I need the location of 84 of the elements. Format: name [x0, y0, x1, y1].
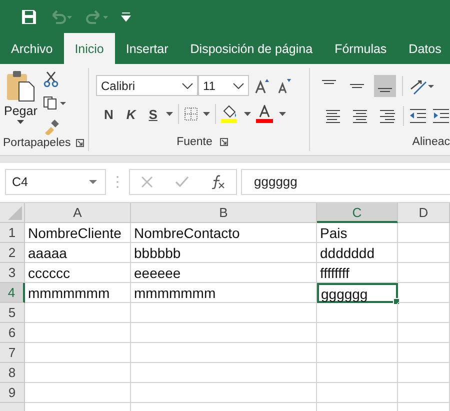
row-header[interactable]: 9: [0, 383, 25, 403]
table-cell: ddddddd: [317, 243, 398, 263]
shrink-font-icon[interactable]: [277, 78, 293, 94]
row-header: [0, 403, 25, 411]
table-cell: eeeeee: [131, 263, 317, 283]
check-icon[interactable]: [175, 176, 189, 188]
fill-color-icon[interactable]: [221, 105, 240, 123]
align-icon: [352, 108, 368, 124]
row-header[interactable]: 4: [0, 283, 25, 303]
table-cell: NombreCliente: [25, 223, 131, 243]
paste-button[interactable]: Pegar: [4, 68, 38, 135]
underline-button[interactable]: S: [144, 106, 162, 122]
customize-icon[interactable]: [121, 12, 131, 22]
table-cell: [398, 283, 450, 303]
column-header[interactable]: D: [398, 203, 450, 223]
column-header[interactable]: A: [25, 203, 131, 223]
group-label: Portapapeles: [3, 137, 71, 149]
row-header[interactable]: 5: [0, 303, 25, 323]
table-cell: [398, 383, 450, 403]
table-cell: [398, 343, 450, 363]
save-icon[interactable]: [21, 8, 37, 24]
launcher-icon[interactable]: [76, 139, 84, 147]
row-header[interactable]: 2: [0, 243, 25, 263]
row-header[interactable]: 6: [0, 323, 25, 343]
table-cell: [398, 243, 450, 263]
copy-icon[interactable]: [43, 96, 68, 110]
align-icon: [325, 108, 341, 124]
row-header[interactable]: 8: [0, 363, 25, 383]
align-icon: [378, 88, 392, 92]
table-cell: mmmmmmm: [25, 283, 131, 303]
format-painter-icon[interactable]: [43, 119, 60, 135]
caret-icon[interactable]: [203, 112, 210, 116]
row-header[interactable]: 1: [0, 223, 25, 243]
align-icon: [322, 80, 336, 84]
table-cell: gggggg: [317, 283, 398, 303]
table-cell: mmmmmmm: [131, 283, 317, 303]
table-cell: cccccc: [25, 263, 131, 283]
row-header[interactable]: 3: [0, 263, 25, 283]
column-header[interactable]: C: [317, 203, 398, 223]
ribbon-tab[interactable]: Archivo: [0, 33, 64, 64]
caret-icon[interactable]: [279, 112, 286, 116]
launcher-icon[interactable]: [220, 138, 228, 146]
table-cell: [398, 223, 450, 243]
vertical-align-button[interactable]: [374, 75, 396, 97]
ribbon-tab[interactable]: Insertar: [114, 33, 180, 64]
table-cell: ffffffff: [317, 263, 398, 283]
caret-icon[interactable]: [166, 112, 174, 116]
grip-icon: [116, 174, 119, 188]
ribbon-tab[interactable]: Datos: [398, 33, 450, 64]
table-cell: [398, 303, 450, 323]
formula-field[interactable]: gggggg: [241, 168, 450, 194]
italic-button[interactable]: K: [122, 106, 140, 122]
table-cell: [398, 363, 450, 383]
font-size-field[interactable]: 11: [198, 75, 249, 96]
function-icon[interactable]: [211, 174, 225, 188]
grow-font-icon[interactable]: [255, 78, 271, 94]
bold-button[interactable]: N: [100, 106, 118, 122]
group-label: Fuente: [176, 136, 212, 148]
caret-icon: [17, 120, 24, 124]
table-cell: Pais: [317, 223, 398, 243]
table-cell: NombreContacto: [131, 223, 317, 243]
clipboard-icon: [4, 70, 37, 102]
table-cell: [398, 323, 450, 343]
borders-icon[interactable]: [184, 107, 198, 121]
font-color-icon[interactable]: [256, 105, 274, 123]
table-cell: bbbbbb: [131, 243, 317, 263]
row-header[interactable]: 7: [0, 343, 25, 363]
align-icon: [379, 108, 395, 124]
scissors-icon[interactable]: [43, 71, 60, 87]
table-cell: [398, 263, 450, 283]
chevron-icon: [233, 82, 244, 88]
table-cell: aaaaa: [25, 243, 131, 263]
column-header[interactable]: B: [131, 203, 317, 223]
caret-icon[interactable]: [244, 112, 252, 116]
name-box[interactable]: C4: [5, 168, 106, 194]
ribbon-tab[interactable]: Disposición de página: [179, 33, 324, 64]
group-label: Alineac: [412, 136, 450, 148]
increase-indent-icon[interactable]: [432, 108, 450, 124]
decrease-indent-icon[interactable]: [409, 108, 427, 124]
ribbon-tab[interactable]: Fórmulas: [324, 33, 398, 64]
ribbon-tab[interactable]: Inicio: [64, 33, 115, 64]
chevron-icon: [182, 82, 193, 88]
align-icon: [350, 84, 364, 88]
font-family-field[interactable]: Calibri: [96, 75, 198, 96]
